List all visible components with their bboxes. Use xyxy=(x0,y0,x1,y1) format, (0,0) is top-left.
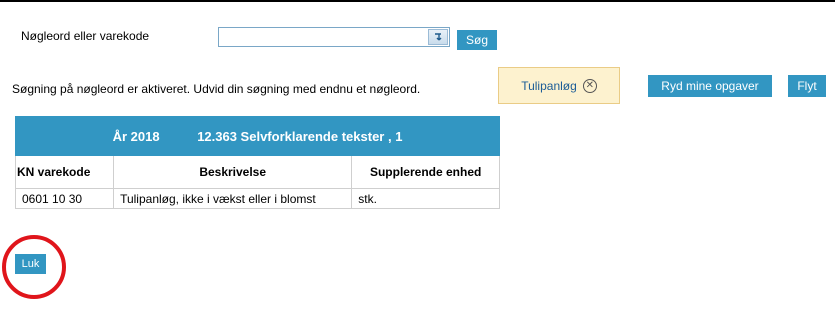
search-label: Nøgleord eller varekode xyxy=(21,29,150,43)
search-field[interactable] xyxy=(218,27,450,47)
table-title: 12.363 Selvforklarende tekster , 1 xyxy=(197,128,403,144)
clear-tasks-button[interactable]: Ryd mine opgaver xyxy=(648,75,772,97)
cell-description: Tulipanløg, ikke i vækst eller i blomst xyxy=(113,188,353,209)
top-border xyxy=(0,0,835,2)
keyboard-icon[interactable] xyxy=(428,29,448,45)
enter-arrow-icon xyxy=(435,33,442,41)
cell-unit: stk. xyxy=(351,188,500,209)
highlight-circle xyxy=(2,235,66,299)
info-message: Søgning på nøgleord er aktiveret. Udvid … xyxy=(12,82,421,96)
table-row: 0601 10 30 Tulipanløg, ikke i vækst elle… xyxy=(14,188,500,209)
keyword-tag: Tulipanløg ✕ xyxy=(498,67,620,104)
column-header-unit: Supplerende enhed xyxy=(351,155,500,189)
move-button[interactable]: Flyt xyxy=(788,75,826,97)
result-table: År 2018 12.363 Selvforklarende tekster ,… xyxy=(14,116,500,209)
column-header-description: Beskrivelse xyxy=(113,155,353,189)
search-input[interactable] xyxy=(219,28,419,46)
keyword-tag-label: Tulipanløg xyxy=(521,78,577,93)
search-button[interactable]: Søg xyxy=(457,30,497,50)
table-year: År 2018 xyxy=(112,128,160,144)
column-header-code: KN varekode xyxy=(14,155,115,189)
table-title-bar: År 2018 12.363 Selvforklarende tekster ,… xyxy=(15,116,500,156)
cell-code: 0601 10 30 xyxy=(14,188,115,209)
remove-tag-icon[interactable]: ✕ xyxy=(582,78,597,93)
